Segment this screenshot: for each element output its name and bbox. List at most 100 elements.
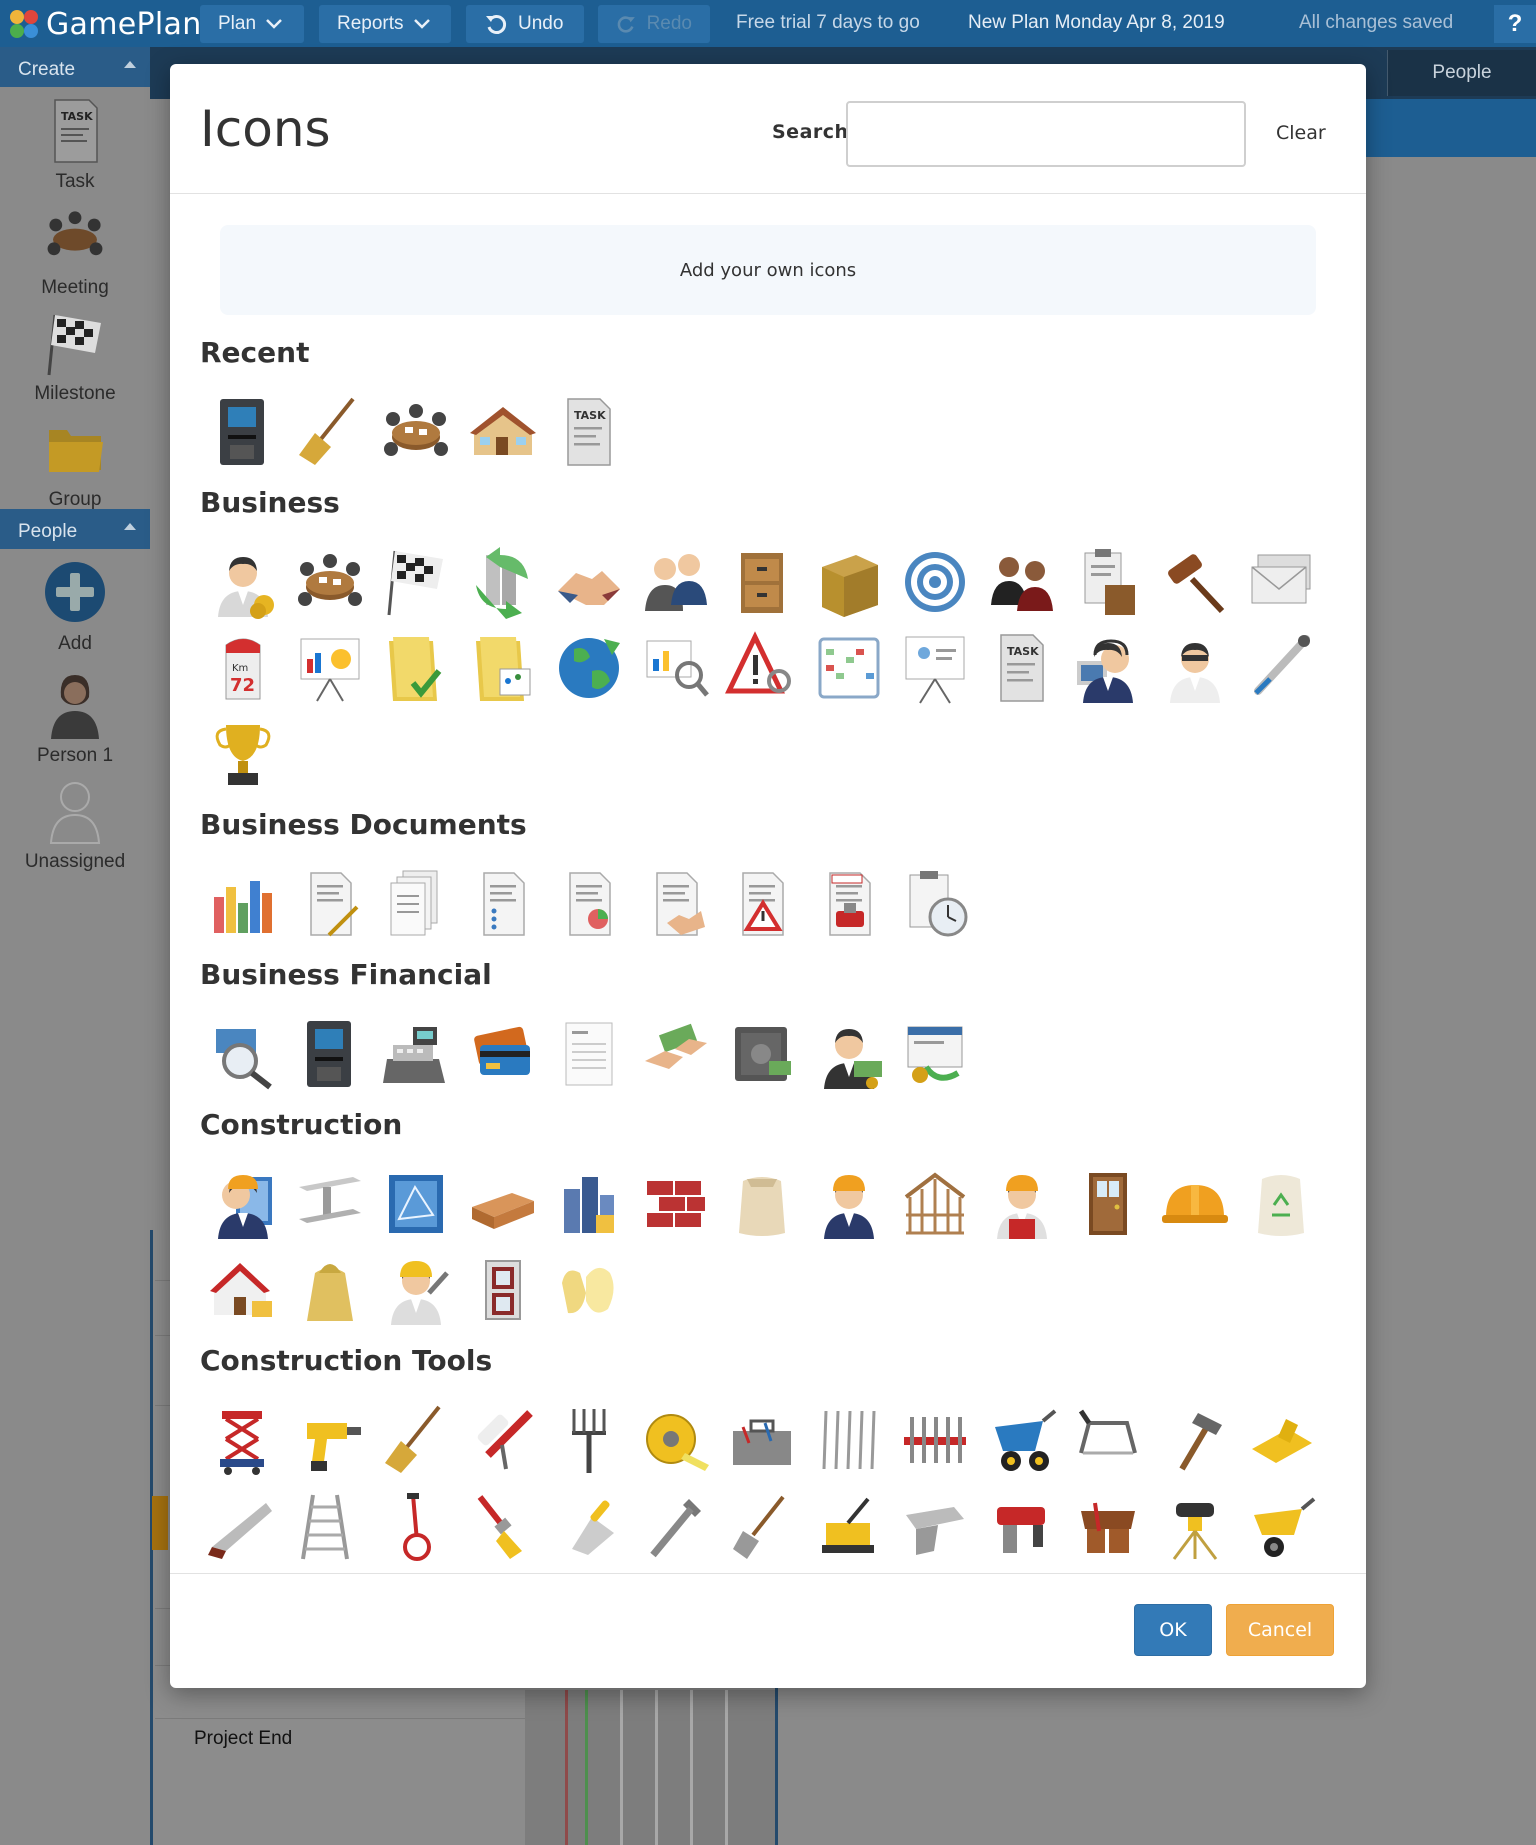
presentation-chart-icon[interactable] [287,625,374,711]
theodolite-icon[interactable] [1152,1483,1239,1569]
trophy-icon[interactable] [200,711,287,797]
putty-knife-icon[interactable] [546,1483,633,1569]
reports-menu-button[interactable]: Reports [319,5,451,43]
create-task-item[interactable]: TASK Task [0,87,150,193]
folder-check-icon[interactable] [373,625,460,711]
people-header[interactable]: People [0,509,150,549]
presentation-board-icon[interactable] [892,625,979,711]
recycle-building-icon[interactable] [460,539,547,625]
recycle-sack-icon[interactable] [1238,1161,1325,1247]
staple-gun-icon[interactable] [892,1483,979,1569]
sand-bag-icon[interactable] [287,1247,374,1333]
city-buildings-icon[interactable] [546,1161,633,1247]
handshake-icon[interactable] [546,539,633,625]
scientist-icon[interactable] [1152,625,1239,711]
worker-icon[interactable] [979,1161,1066,1247]
clear-button[interactable]: Clear [1276,122,1326,144]
blueprint-icon[interactable] [373,1161,460,1247]
measuring-wheel-icon[interactable] [373,1483,460,1569]
support-agent-icon[interactable] [1065,625,1152,711]
atm-machine-icon[interactable] [200,389,287,475]
window-icon[interactable] [460,1247,547,1333]
target-icon[interactable] [892,539,979,625]
bank-statement-icon[interactable] [892,1011,979,1097]
person-1-item[interactable]: Person 1 [0,661,150,767]
ladder-icon[interactable] [287,1483,374,1569]
plan-title[interactable]: New Plan Monday Apr 8, 2019 [968,12,1225,34]
broom-icon[interactable] [287,389,374,475]
km-marker-icon[interactable]: Km 72 [200,625,287,711]
engineer-wrench-icon[interactable] [373,1247,460,1333]
atm-machine-icon[interactable] [287,1011,374,1097]
envelopes-icon[interactable] [1238,539,1325,625]
wheelbarrow-yellow-icon[interactable] [1238,1483,1325,1569]
wheelbarrow-blue-icon[interactable] [979,1397,1066,1483]
app-logo[interactable]: GamePlan [8,6,202,42]
contract-handshake-doc-icon[interactable] [633,861,720,947]
magnifier-money-icon[interactable] [200,1011,287,1097]
clipboard-clock-icon[interactable] [892,861,979,947]
hand-saw-icon[interactable] [200,1483,287,1569]
document-pen-icon[interactable] [287,861,374,947]
safe-icon[interactable] [719,1011,806,1097]
search-input[interactable] [846,101,1246,167]
bar-chart-doc-icon[interactable] [200,861,287,947]
filing-cabinet-icon[interactable] [719,539,806,625]
wood-frame-icon[interactable] [892,1161,979,1247]
task-document-icon[interactable]: TASK [979,625,1066,711]
collapse-caret-icon[interactable] [124,61,136,68]
toolbox-icon[interactable] [719,1397,806,1483]
redo-button[interactable]: Redo [598,5,710,43]
meeting-table-icon[interactable] [373,389,460,475]
broom-icon[interactable] [373,1397,460,1483]
create-header[interactable]: Create [0,47,150,87]
businessman-coins-icon[interactable] [200,539,287,625]
checkered-flag-icon[interactable] [373,539,460,625]
globe-icon[interactable] [546,625,633,711]
house-sign-icon[interactable] [200,1247,287,1333]
pitchfork-icon[interactable] [546,1397,633,1483]
help-button[interactable]: ? [1494,5,1536,43]
add-person-item[interactable]: Add [0,549,150,661]
create-milestone-item[interactable]: Milestone [0,299,150,405]
nails-icon[interactable] [806,1397,893,1483]
door-icon[interactable] [1065,1161,1152,1247]
steel-beam-icon[interactable] [287,1161,374,1247]
unassigned-item[interactable]: Unassigned [0,767,150,873]
checklist-doc-icon[interactable] [460,861,547,947]
clipboard-box-icon[interactable] [1065,539,1152,625]
hacksaw-icon[interactable] [1065,1397,1152,1483]
group-people-icon[interactable] [979,539,1066,625]
wooden-crate-icon[interactable] [806,539,893,625]
create-meeting-item[interactable]: Meeting [0,193,150,299]
create-group-item[interactable]: Group [0,405,150,511]
shovel-icon[interactable] [719,1483,806,1569]
scissor-lift-icon[interactable] [200,1397,287,1483]
chart-magnifier-icon[interactable] [633,625,720,711]
warning-magnifier-icon[interactable] [719,625,806,711]
business-people-icon[interactable] [633,539,720,625]
gavel-icon[interactable] [1152,539,1239,625]
brick-icon[interactable] [460,1161,547,1247]
screw-icon[interactable] [633,1483,720,1569]
documents-stack-icon[interactable] [373,861,460,947]
architect-blueprint-icon[interactable] [200,1161,287,1247]
tool-belt-icon[interactable] [1065,1483,1152,1569]
task-document-icon[interactable]: TASK [546,389,633,475]
plate-compactor-icon[interactable] [806,1483,893,1569]
hard-hat-icon[interactable] [1152,1161,1239,1247]
trowel-icon[interactable] [1238,1397,1325,1483]
money-hands-icon[interactable] [633,1011,720,1097]
credit-cards-icon[interactable] [460,1011,547,1097]
plan-menu-button[interactable]: Plan [200,5,304,43]
cement-bag-icon[interactable] [719,1161,806,1247]
tab-people[interactable]: People [1387,50,1536,96]
add-own-icons-button[interactable]: Add your own icons [220,225,1316,315]
warning-doc-icon[interactable] [719,861,806,947]
invoice-icon[interactable] [546,1011,633,1097]
caulk-gun-icon[interactable] [460,1397,547,1483]
cash-register-icon[interactable] [373,1011,460,1097]
work-gloves-icon[interactable] [546,1247,633,1333]
tape-measure-icon[interactable] [633,1397,720,1483]
construction-worker-icon[interactable] [806,1161,893,1247]
